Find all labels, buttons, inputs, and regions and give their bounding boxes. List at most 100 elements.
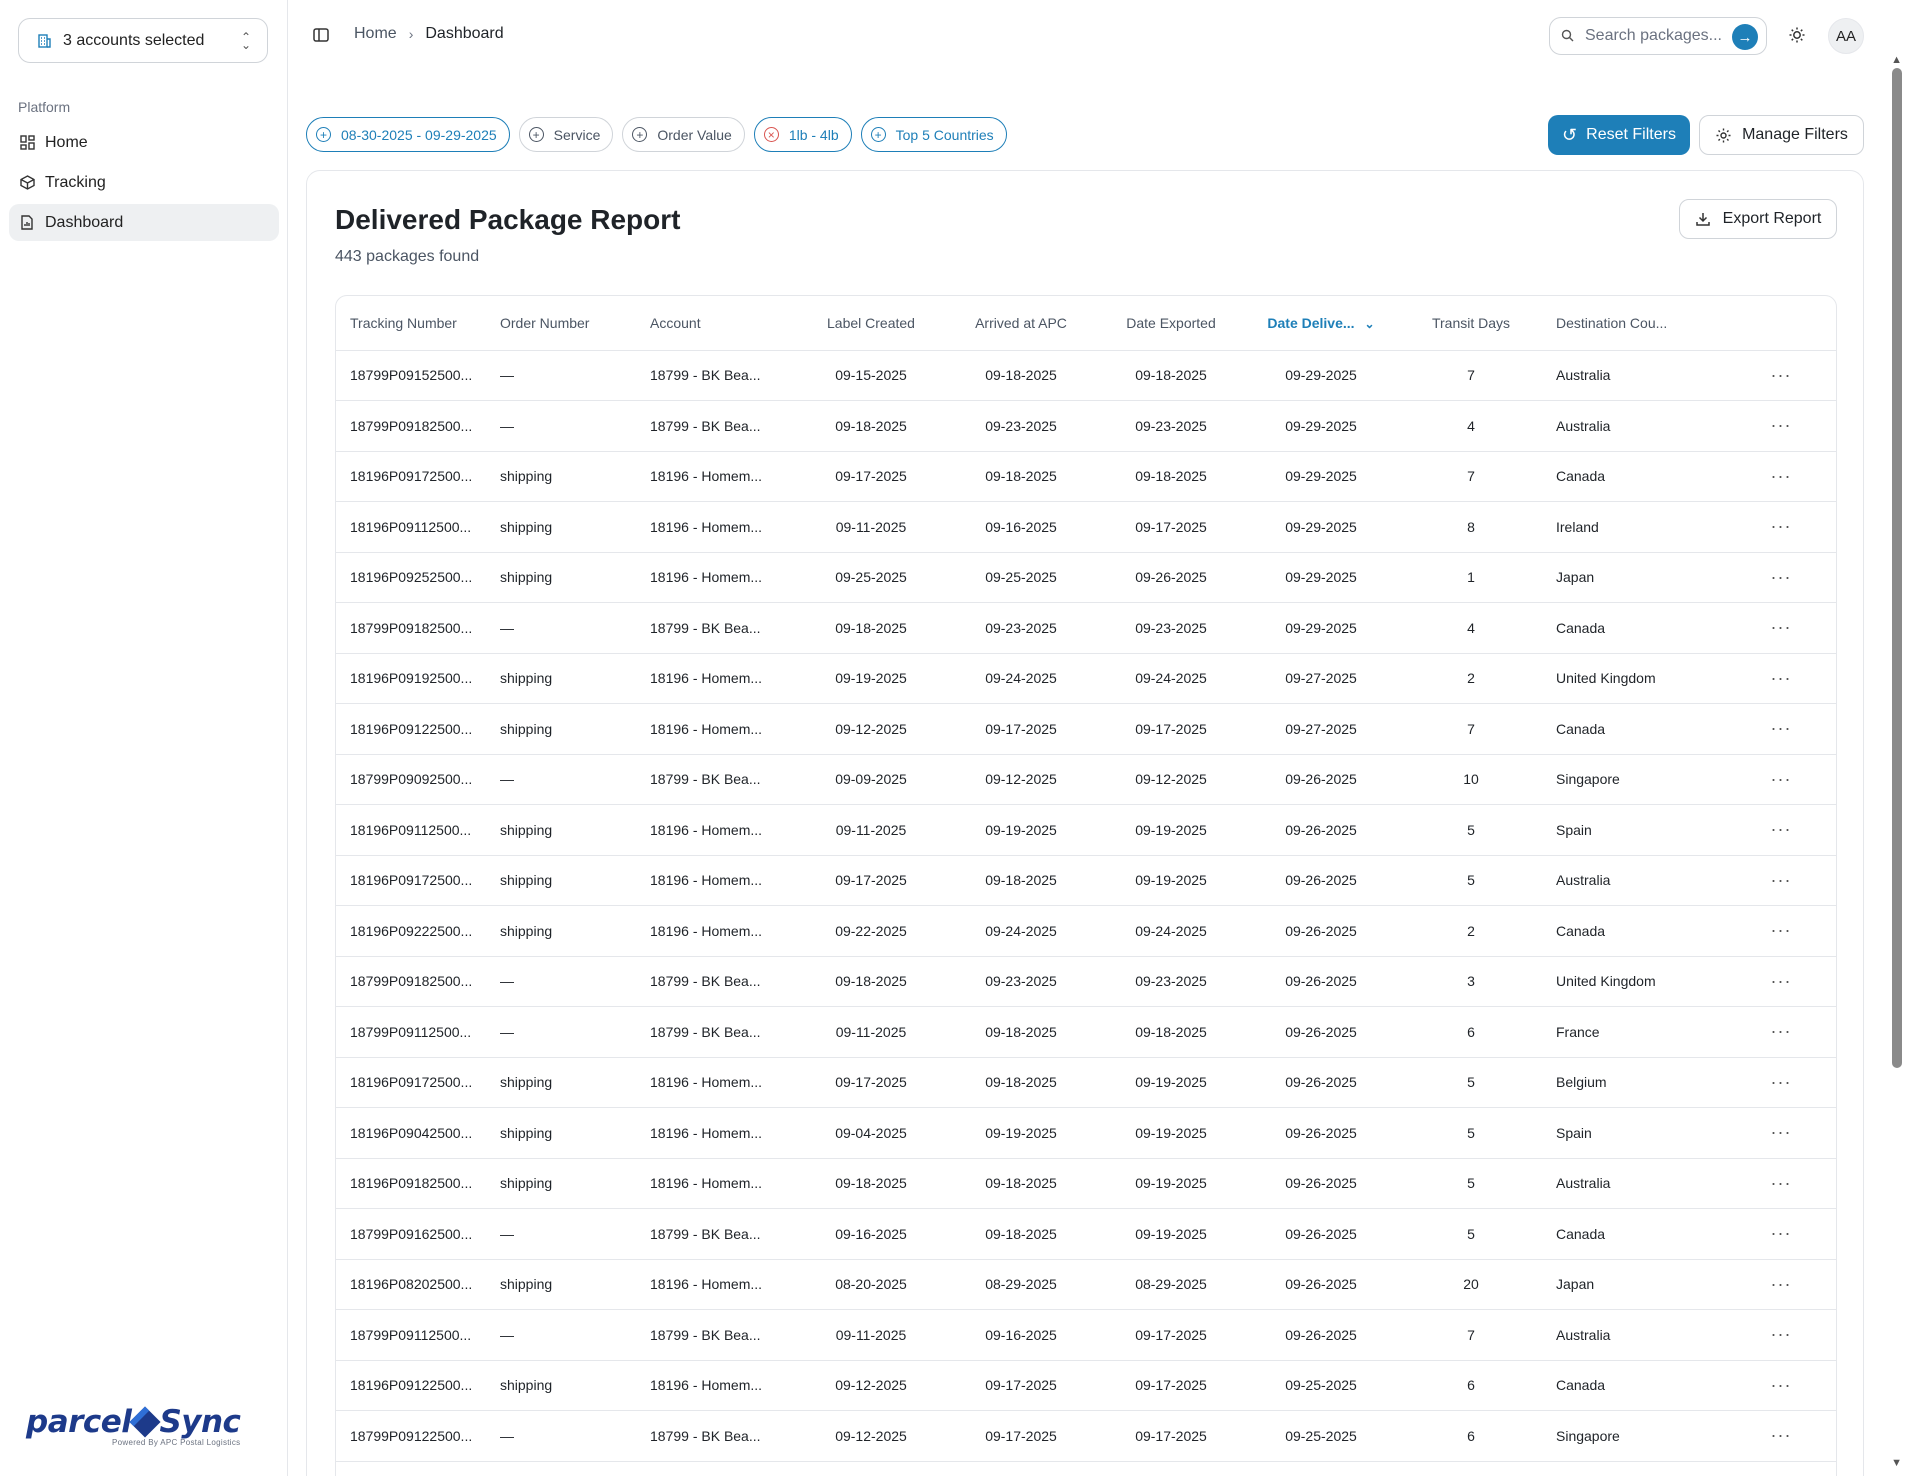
table-row[interactable]: 18799P09092500... —18799 - BK Bea... 09-09…: [336, 754, 1836, 805]
table-row[interactable]: 18799P09122500... —18799 - BK Bea... 09-12…: [336, 1410, 1836, 1462]
column-header-date-delivered[interactable]: Date Delive... ⌄: [1246, 296, 1396, 351]
table-row[interactable]: 18196P09222500... shipping 18196 - Homem..…: [336, 905, 1836, 957]
column-header-account[interactable]: Account: [636, 296, 796, 351]
more-options-icon[interactable]: ···: [1771, 1274, 1792, 1294]
cell-tracking-number[interactable]: 18196P09172500...: [336, 855, 486, 906]
table-row[interactable]: 18196P09112500... shipping 18196 - Homem..…: [336, 804, 1836, 856]
more-options-icon[interactable]: ···: [1771, 819, 1792, 839]
sun-icon[interactable]: [1788, 26, 1808, 46]
filter-chip-date-range[interactable]: + 08-30-2025 - 09-29-2025: [306, 117, 510, 152]
column-header-date-exported[interactable]: Date Exported: [1096, 296, 1246, 351]
more-options-icon[interactable]: ···: [1771, 920, 1792, 940]
more-options-icon[interactable]: ···: [1771, 567, 1792, 587]
more-options-icon[interactable]: ···: [1771, 1072, 1792, 1092]
table-row[interactable]: 18196P09172500... shipping 18196 - Homem..…: [336, 451, 1836, 502]
more-options-icon[interactable]: ···: [1771, 769, 1792, 789]
column-header-tracking-number[interactable]: Tracking Number: [336, 296, 486, 351]
more-options-icon[interactable]: ···: [1771, 1122, 1792, 1142]
filter-chip-service[interactable]: + Service: [518, 117, 614, 152]
cell-tracking-number[interactable]: 18799P09162500...: [336, 1208, 486, 1260]
more-options-icon[interactable]: ···: [1771, 516, 1792, 536]
more-options-icon[interactable]: ···: [1771, 466, 1792, 486]
table-row[interactable]: 18196P09112500... shipping 18196 - Homem..…: [336, 501, 1836, 553]
table-row[interactable]: 18196P09122500... shipping 18196 - Homem..…: [336, 1360, 1836, 1411]
sidebar-toggle-icon[interactable]: [312, 26, 330, 44]
table-row[interactable]: 18799P09152500... —18799 - BK Bea... 09-15…: [336, 350, 1836, 401]
table-row[interactable]: 18799P09182500... —18799 - BK Bea... 09-18…: [336, 956, 1836, 1007]
more-options-icon[interactable]: ···: [1771, 718, 1792, 738]
more-options-icon[interactable]: ···: [1771, 668, 1792, 688]
cell-tracking-number[interactable]: 18799P09152500...: [336, 350, 486, 401]
page-scrollbar[interactable]: ▲ ▼: [1889, 54, 1905, 1474]
table-row[interactable]: 18196P09122500... shipping 18196 - Homem..…: [336, 703, 1836, 755]
sidebar-item-dashboard[interactable]: Dashboard: [9, 204, 279, 241]
sidebar-item-tracking[interactable]: Tracking: [9, 164, 279, 201]
filter-chip-weight[interactable]: × 1lb - 4lb: [753, 117, 852, 152]
cell-tracking-number[interactable]: 18196P09112500...: [336, 804, 486, 856]
cell-tracking-number[interactable]: 18799P09182500...: [336, 602, 486, 654]
cell-tracking-number[interactable]: 18799P09182500...: [336, 956, 486, 1007]
cell-tracking-number[interactable]: 18196P09042500...: [336, 1107, 486, 1159]
scroll-down-arrow-icon[interactable]: ▼: [1891, 1457, 1902, 1469]
table-row[interactable]: 18196P08202500... shipping 18196 - Homem..…: [336, 1259, 1836, 1310]
more-options-icon[interactable]: ···: [1771, 1425, 1792, 1445]
cell-tracking-number[interactable]: 18196P09122500...: [336, 1360, 486, 1411]
more-options-icon[interactable]: ···: [1771, 971, 1792, 991]
more-options-icon[interactable]: ···: [1771, 1324, 1792, 1344]
more-options-icon[interactable]: ···: [1771, 1223, 1792, 1243]
column-header-order-number[interactable]: Order Number: [486, 296, 636, 351]
parcelsync-logo: parcel Sync Powered By APC Postal Logisti…: [26, 1404, 266, 1447]
filter-chip-order-value[interactable]: + Order Value: [622, 117, 745, 152]
reset-filters-button[interactable]: ↺ Reset Filters: [1548, 115, 1690, 155]
table-row[interactable]: 18799P09112500... —18799 - BK Bea... 09-11…: [336, 1309, 1836, 1361]
more-options-icon[interactable]: ···: [1771, 365, 1792, 385]
cell-tracking-number[interactable]: 18799P09092500...: [336, 754, 486, 805]
table-row[interactable]: 18196P09192500... shipping 18196 - Homem..…: [336, 653, 1836, 704]
table-row[interactable]: 18196P09182500... shipping 18196 - Homem..…: [336, 1158, 1836, 1209]
column-header-label-created[interactable]: Label Created: [796, 296, 946, 351]
export-report-button[interactable]: Export Report: [1679, 199, 1837, 239]
more-options-icon[interactable]: ···: [1771, 415, 1792, 435]
cell-tracking-number[interactable]: 18196P09182500...: [336, 1158, 486, 1209]
more-options-icon[interactable]: ···: [1771, 1173, 1792, 1193]
cell-tracking-number[interactable]: 18799P09112500...: [336, 1006, 486, 1058]
table-row[interactable]: 18799P09182500... —18799 - BK Bea... 09-18…: [336, 602, 1836, 654]
cell-tracking-number[interactable]: 18196P09172500...: [336, 1057, 486, 1108]
column-header-destination-country[interactable]: Destination Cou...: [1546, 296, 1726, 351]
breadcrumb-home[interactable]: Home: [354, 25, 397, 43]
cell-tracking-number[interactable]: 18196P09122500...: [336, 703, 486, 755]
sidebar-item-home[interactable]: Home: [9, 124, 279, 161]
account-selector[interactable]: 3 accounts selected ⌃ ⌄: [18, 18, 268, 63]
more-options-icon[interactable]: ···: [1771, 617, 1792, 637]
column-header-arrived-at-apc[interactable]: Arrived at APC: [946, 296, 1096, 351]
manage-filters-button[interactable]: Manage Filters: [1699, 115, 1864, 155]
avatar[interactable]: AA: [1828, 18, 1864, 54]
table-row[interactable]: 18799P09112500... —18799 - BK Bea... 09-11…: [336, 1006, 1836, 1058]
more-options-icon[interactable]: ···: [1771, 1021, 1792, 1041]
cell-tracking-number[interactable]: 18799P09122500...: [336, 1410, 486, 1462]
plus-circle-icon: +: [632, 127, 648, 142]
table-row[interactable]: 18799P09162500... —18799 - BK Bea... 09-16…: [336, 1208, 1836, 1260]
cell-tracking-number[interactable]: 18196P09252500...: [336, 552, 486, 603]
x-circle-icon[interactable]: ×: [763, 127, 779, 142]
cell-tracking-number[interactable]: 18799P09112500...: [336, 1309, 486, 1361]
table-row[interactable]: 18196P09042500... shipping 18196 - Homem..…: [336, 1107, 1836, 1159]
cell-tracking-number[interactable]: 18196P08202500...: [336, 1259, 486, 1310]
more-options-icon[interactable]: ···: [1771, 1375, 1792, 1395]
cell-tracking-number[interactable]: 18196P09172500...: [336, 451, 486, 502]
table-row[interactable]: 18196P09172500... shipping 18196 - Homem..…: [336, 855, 1836, 906]
table-row[interactable]: 18196P09172500... shipping 18196 - Homem..…: [336, 1057, 1836, 1108]
table-row[interactable]: 18799P09182500... —18799 - BK Bea... 09-18…: [336, 400, 1836, 452]
search-submit-arrow-icon[interactable]: →: [1732, 24, 1758, 50]
column-header-transit-days[interactable]: Transit Days: [1396, 296, 1546, 351]
cell-tracking-number[interactable]: 18196P09192500...: [336, 653, 486, 704]
cell-tracking-number[interactable]: 18196P09222500...: [336, 905, 486, 957]
scroll-up-arrow-icon[interactable]: ▲: [1891, 54, 1902, 66]
scrollbar-thumb[interactable]: [1892, 68, 1902, 1068]
filter-chip-countries[interactable]: + Top 5 Countries: [860, 117, 1007, 152]
more-options-icon[interactable]: ···: [1771, 870, 1792, 890]
cell-tracking-number[interactable]: 18799P09182500...: [336, 400, 486, 452]
table-row[interactable]: 18196P09252500... shipping 18196 - Homem..…: [336, 552, 1836, 603]
cell-tracking-number[interactable]: 18196P09112500...: [336, 501, 486, 553]
search-input[interactable]: [1585, 27, 1725, 45]
